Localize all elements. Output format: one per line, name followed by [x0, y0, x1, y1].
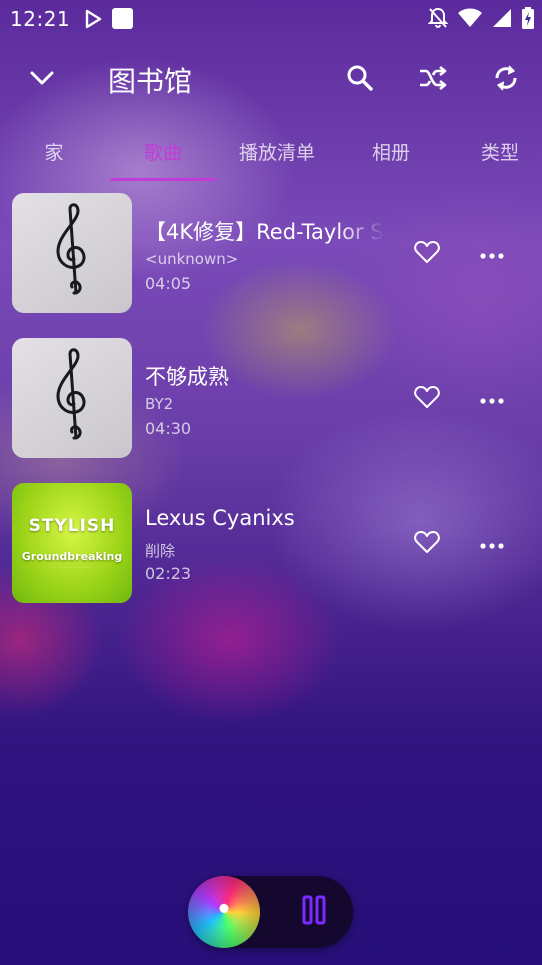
- album-art: [12, 338, 132, 458]
- tab-genres[interactable]: 类型: [481, 138, 519, 165]
- page-title: 图书馆: [108, 65, 193, 98]
- tab-home[interactable]: 家: [44, 138, 63, 165]
- favorite-button[interactable]: [411, 383, 443, 415]
- signal-icon: [492, 8, 512, 32]
- more-options-button[interactable]: [476, 238, 508, 270]
- treble-clef-icon: [50, 346, 94, 450]
- tab-playlists[interactable]: 播放清单: [239, 138, 315, 165]
- song-title: Lexus Cyanixs: [145, 506, 295, 530]
- song-artist: <unknown>: [145, 250, 239, 268]
- song-artist: BY2: [145, 395, 174, 413]
- tab-albums[interactable]: 相册: [372, 138, 410, 165]
- more-options-button[interactable]: [476, 383, 508, 415]
- search-button[interactable]: [342, 62, 378, 98]
- search-icon: [346, 64, 374, 96]
- album-cover-fineprint: · · · · · · · · · · · · · · · ·: [52, 565, 92, 570]
- app-header: 图书馆: [0, 52, 542, 108]
- mini-player[interactable]: [188, 876, 353, 948]
- more-horizontal-icon: [480, 390, 504, 409]
- chevron-down-icon: [29, 70, 55, 90]
- song-artist: 削除: [145, 542, 176, 560]
- album-cover-title: STYLISH: [28, 516, 116, 536]
- more-options-button[interactable]: [476, 528, 508, 560]
- favorite-button[interactable]: [411, 528, 443, 560]
- album-cover-subtitle: Groundbreaking: [21, 550, 123, 563]
- collapse-button[interactable]: [24, 62, 60, 98]
- refresh-icon: [492, 63, 520, 97]
- album-cover-stylish: STYLISH Groundbreaking · · · · · · · · ·…: [12, 483, 132, 603]
- status-time: 12:21: [10, 7, 71, 31]
- status-icons: [427, 7, 534, 33]
- heart-icon: [414, 530, 440, 558]
- song-duration: 04:05: [145, 274, 192, 293]
- treble-clef-icon: [50, 201, 94, 305]
- album-art: [12, 193, 132, 313]
- song-row[interactable]: STYLISH Groundbreaking · · · · · · · · ·…: [0, 480, 542, 610]
- song-row[interactable]: 不够成熟 BY2 04:30: [0, 335, 542, 465]
- shuffle-icon: [418, 65, 448, 95]
- pause-icon: [301, 894, 327, 930]
- favorite-button[interactable]: [411, 238, 443, 270]
- song-duration: 02:23: [145, 564, 192, 583]
- more-horizontal-icon: [480, 535, 504, 554]
- pause-button[interactable]: [296, 894, 332, 930]
- song-row[interactable]: 【4K修复】Red-Taylor Swift <unknown> 04:05: [0, 190, 542, 320]
- refresh-button[interactable]: [488, 62, 524, 98]
- active-tab-indicator: [110, 178, 217, 181]
- song-title: 【4K修复】Red-Taylor Swift: [145, 220, 385, 244]
- square-icon: [112, 8, 133, 29]
- status-bar: 12:21: [0, 0, 542, 36]
- battery-charging-icon: [522, 7, 534, 33]
- now-playing-artwork[interactable]: [188, 876, 260, 948]
- shuffle-button[interactable]: [415, 62, 451, 98]
- heart-icon: [414, 240, 440, 268]
- heart-icon: [414, 385, 440, 413]
- song-duration: 04:30: [145, 419, 192, 438]
- wifi-icon: [458, 8, 482, 32]
- song-title: 不够成熟: [145, 365, 229, 389]
- play-icon: [84, 9, 102, 33]
- library-tabs: 家 歌曲 播放清单 相册 类型: [0, 130, 542, 182]
- more-horizontal-icon: [480, 245, 504, 264]
- notifications-off-icon: [427, 7, 449, 33]
- tab-songs[interactable]: 歌曲: [144, 138, 182, 165]
